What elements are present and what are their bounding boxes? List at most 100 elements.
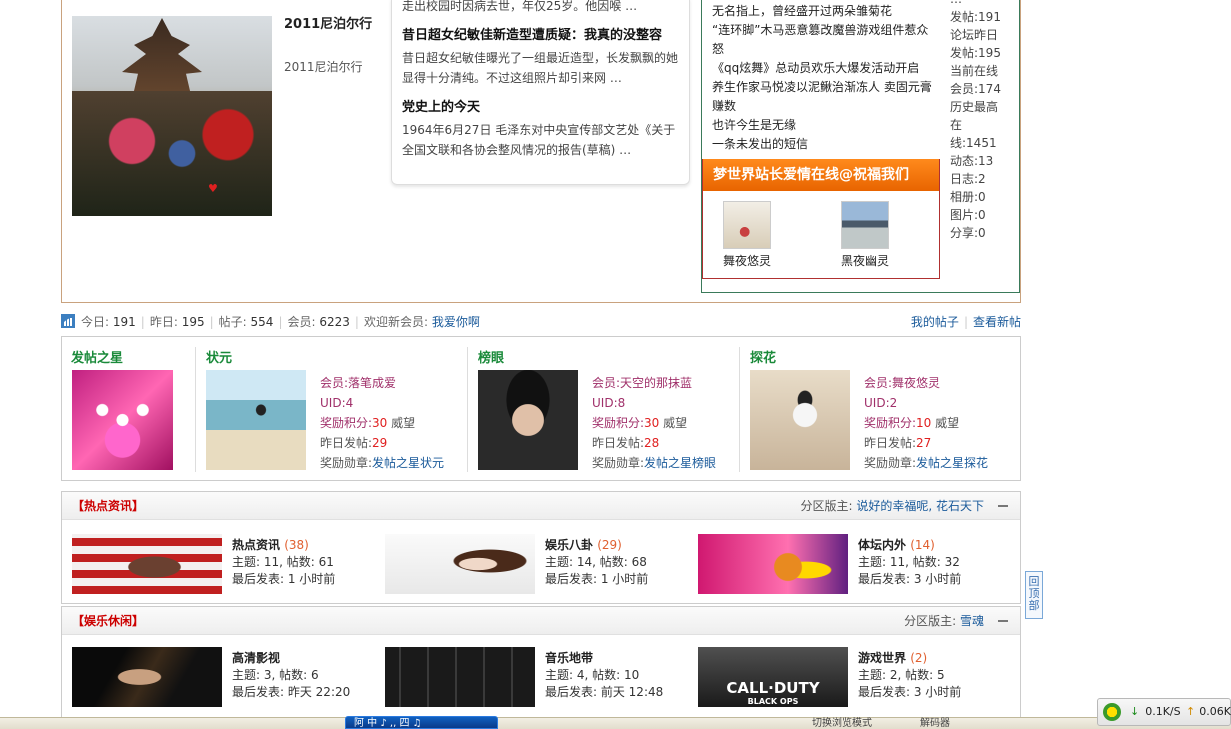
arrow-down-icon: ↓ xyxy=(1130,705,1140,718)
stat-yesterday: 195 xyxy=(181,315,205,329)
feature-title[interactable]: 2011尼泊尔行 xyxy=(284,16,374,34)
stat-line: … xyxy=(950,0,1010,8)
forum-name[interactable]: 娱乐八卦 xyxy=(545,538,593,552)
forum-item: 高清影视 主题: 3, 帖数: 6 最后发表: 昨天 22:20 xyxy=(72,647,382,709)
stat-line: 图片:0 xyxy=(950,208,986,222)
love-user-name[interactable]: 舞夜悠灵 xyxy=(723,252,783,269)
news-title-1[interactable]: 昔日超女纪敏佳新造型遭质疑：我真的没整容 xyxy=(402,28,679,44)
forum-stats: 主题: 3, 帖数: 6 xyxy=(232,668,319,682)
feature-photo[interactable]: ♥ xyxy=(72,16,272,216)
rank-avatar[interactable] xyxy=(750,370,850,470)
rank-label: 奖励积分: xyxy=(320,416,373,430)
section-name[interactable]: 【热点资讯】 xyxy=(72,492,144,520)
forum-info: 体坛内外 (14) 主题: 11, 帖数: 32 最后发表: 3 小时前 xyxy=(858,537,1008,588)
download-speed: ↓ 0.1K/S xyxy=(1130,699,1181,725)
forum-last-post: 最后发表: 前天 12:48 xyxy=(545,685,664,699)
hot-link[interactable]: 一条未发出的短信 xyxy=(712,135,934,154)
forum-today-count: (2) xyxy=(910,651,928,665)
forum-stats: 主题: 11, 帖数: 32 xyxy=(858,555,960,569)
moderator-links[interactable]: 说好的幸福呢, 花石天下 xyxy=(856,499,984,513)
stat-line: 动态:13 xyxy=(950,154,994,168)
forum-name[interactable]: 音乐地带 xyxy=(545,651,593,665)
forum-item: CALL·DUTY BLACK OPS 游戏世界 (2) 主题: 2, 帖数: 5… xyxy=(698,647,1008,709)
section-name[interactable]: 【娱乐休闲】 xyxy=(72,607,144,635)
rank-info: 会员:落笔成爱 UID:4 奖励积分:30 威望 昨日发帖:29 奖励勋章:发帖… xyxy=(320,373,480,473)
new-posts-link[interactable]: 查看新帖 xyxy=(973,315,1021,329)
rank-member[interactable]: 落笔成爱 xyxy=(348,376,396,390)
section-hot-news: 【热点资讯】 分区版主: 说好的幸福呢, 花石天下 热点资讯 (38) 主题: … xyxy=(61,491,1021,604)
rank-label: 昨日发帖: xyxy=(592,436,645,450)
my-posts-link[interactable]: 我的帖子 xyxy=(911,315,959,329)
stat-line: 会员:174 xyxy=(950,82,1001,96)
forum-thumbnail[interactable] xyxy=(698,534,848,594)
forum-stats: 主题: 4, 帖数: 10 xyxy=(545,668,640,682)
forum-name[interactable]: 热点资讯 xyxy=(232,538,280,552)
stat-label: 昨日: xyxy=(149,315,178,329)
section-header: 【娱乐休闲】 分区版主: 雪魂 xyxy=(62,607,1020,635)
forum-name[interactable]: 高清影视 xyxy=(232,651,280,665)
rank-member[interactable]: 舞夜悠灵 xyxy=(892,376,940,390)
forum-item: 体坛内外 (14) 主题: 11, 帖数: 32 最后发表: 3 小时前 xyxy=(698,534,1008,596)
feature-subtitle[interactable]: 2011尼泊尔行 xyxy=(284,58,363,75)
forum-last-post: 最后发表: 昨天 22:20 xyxy=(232,685,351,699)
hot-link[interactable]: “连环脚”木马恶意篡改魔兽游戏组件惹众怒 xyxy=(712,21,934,59)
network-speed-widget[interactable]: ↓ 0.1K/S ↑0.06K/ xyxy=(1097,698,1231,726)
upload-speed-value: 0.06K/ xyxy=(1199,705,1231,718)
forum-info: 热点资讯 (38) 主题: 11, 帖数: 61 最后发表: 1 小时前 xyxy=(232,537,382,588)
forum-today-count: (14) xyxy=(910,538,935,552)
forum-stats: 主题: 2, 帖数: 5 xyxy=(858,668,945,682)
moderator-links[interactable]: 雪魂 xyxy=(960,614,984,628)
rank-avatar[interactable] xyxy=(478,370,578,470)
forum-thumbnail[interactable]: CALL·DUTY BLACK OPS xyxy=(698,647,848,707)
rank-avatar[interactable] xyxy=(206,370,306,470)
avatar[interactable] xyxy=(841,201,889,249)
rank-medal[interactable]: 发帖之星榜眼 xyxy=(644,456,716,470)
collapse-icon[interactable] xyxy=(998,505,1008,507)
rank-medal[interactable]: 发帖之星状元 xyxy=(372,456,444,470)
forum-name[interactable]: 体坛内外 xyxy=(858,538,906,552)
forum-thumbnail[interactable] xyxy=(385,534,535,594)
forum-thumbnail[interactable] xyxy=(72,647,222,707)
rank-label: 会员: xyxy=(864,376,893,390)
hot-link[interactable]: 无名指上，曾经盛开过两朵雏菊花 xyxy=(712,2,934,21)
hot-link[interactable]: 养生作家马悦凌以泥鳅治渐冻人 卖固元膏赚数 xyxy=(712,78,934,116)
mod-label: 分区版主: xyxy=(800,499,853,513)
back-to-top-button[interactable]: 回顶部 xyxy=(1025,571,1043,619)
rank-yesterday: 28 xyxy=(644,436,660,450)
rank-title: 榜眼 xyxy=(478,351,505,366)
ime-toolbar[interactable]: 阿 中 ♪ ,, 四 ♫ xyxy=(345,716,498,729)
stat-label: 帖子: xyxy=(218,315,247,329)
collapse-icon[interactable] xyxy=(998,620,1008,622)
stat-line: 发帖:191 xyxy=(950,10,1001,24)
love-user[interactable]: 黑夜幽灵 xyxy=(841,201,901,269)
stat-label: 欢迎新会员: xyxy=(363,315,428,329)
love-user[interactable]: 舞夜悠灵 xyxy=(723,201,783,269)
stat-line: 线:1451 xyxy=(950,136,997,150)
forum-thumbnail[interactable] xyxy=(72,534,222,594)
rank-points: 30 xyxy=(372,416,388,430)
decoder-label[interactable]: 解码器 xyxy=(920,718,950,729)
love-box-title[interactable]: 梦世界站长爱情在线@祝福我们 xyxy=(703,159,939,191)
rank-info: 会员:天空的那抹蓝 UID:8 奖励积分:30 威望 昨日发帖:28 奖励勋章:… xyxy=(592,373,752,473)
section-entertainment: 【娱乐休闲】 分区版主: 雪魂 高清影视 主题: 3, 帖数: 6 最后发表: … xyxy=(61,606,1021,722)
bar-chart-icon xyxy=(61,314,75,328)
browse-mode-toggle[interactable]: 切换浏览模式 xyxy=(812,718,872,729)
rank-medal[interactable]: 发帖之星探花 xyxy=(916,456,988,470)
news-title-2[interactable]: 党史上的今天 xyxy=(402,100,679,116)
game-banner-text: CALL·DUTY xyxy=(726,679,820,697)
avatar[interactable] xyxy=(723,201,771,249)
forum-name[interactable]: 游戏世界 xyxy=(858,651,906,665)
forum-thumbnail[interactable] xyxy=(385,647,535,707)
forum-last-post: 最后发表: 3 小时前 xyxy=(858,572,962,586)
hot-link[interactable]: 也许今生是无缘 xyxy=(712,116,934,135)
forum-last-post: 最后发表: 3 小时前 xyxy=(858,685,962,699)
forum-info: 娱乐八卦 (29) 主题: 14, 帖数: 68 最后发表: 1 小时前 xyxy=(545,537,695,588)
love-user-name[interactable]: 黑夜幽灵 xyxy=(841,252,901,269)
stat-line: 在 xyxy=(950,118,963,132)
forum-info: 高清影视 主题: 3, 帖数: 6 最后发表: 昨天 22:20 xyxy=(232,650,382,701)
rank-member[interactable]: 天空的那抹蓝 xyxy=(620,376,692,390)
rank-uid: UID:2 xyxy=(864,396,898,410)
hot-link[interactable]: 《qq炫舞》总动员欢乐大爆发活动开启 xyxy=(712,59,934,78)
new-member-link[interactable]: 我爱你啊 xyxy=(432,315,480,329)
rank-label: 昨日发帖: xyxy=(864,436,917,450)
